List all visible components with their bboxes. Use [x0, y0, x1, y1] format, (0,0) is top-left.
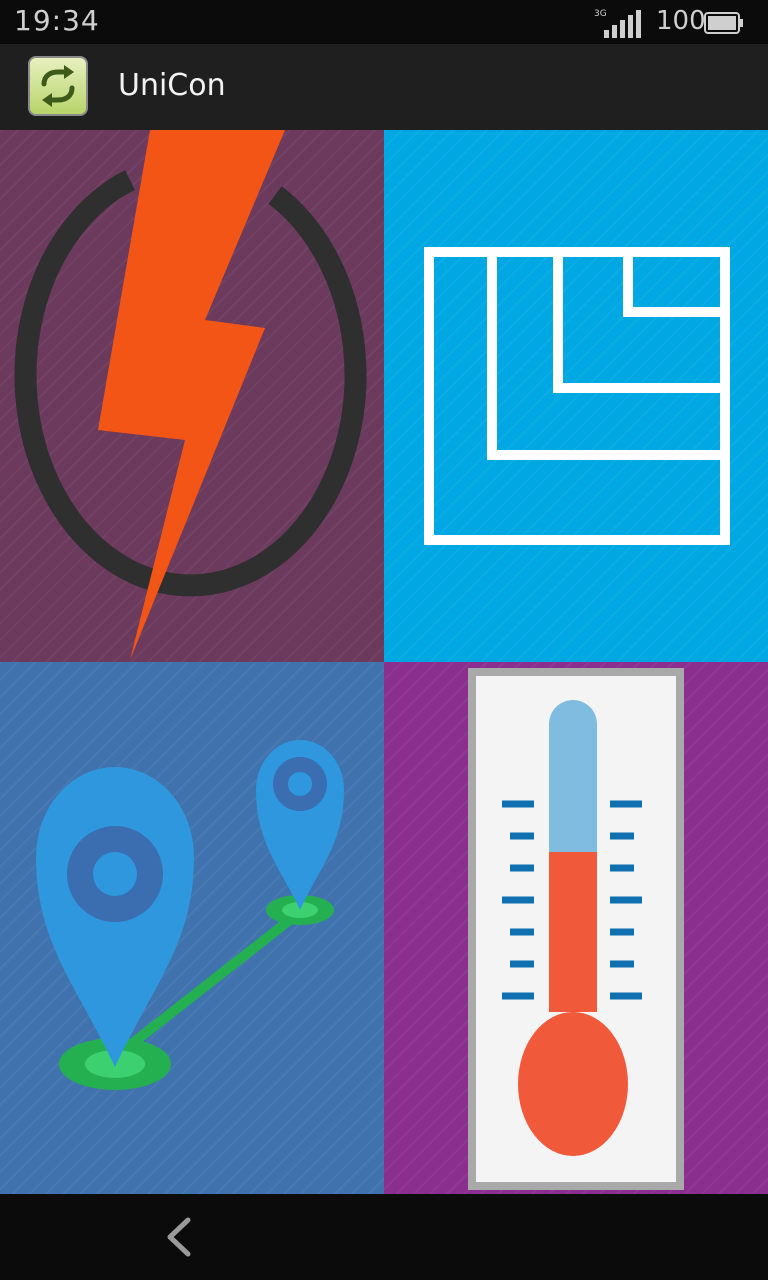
battery-icon: [704, 12, 743, 34]
tile-distance[interactable]: [0, 662, 384, 1194]
back-button[interactable]: [160, 1212, 200, 1262]
location-pins-route-icon: [36, 740, 344, 1090]
app-title: UniCon: [118, 68, 226, 103]
status-time: 19:34: [14, 4, 100, 37]
converter-grid: [0, 130, 768, 1194]
battery-level: 100: [656, 6, 706, 36]
tile-area[interactable]: [384, 130, 768, 662]
lightning-power-icon: [14, 130, 367, 660]
status-bar: 19:34 100 3G: [0, 0, 768, 44]
signal-icon: [604, 10, 641, 38]
app-icon[interactable]: [28, 56, 88, 116]
navigation-bar: [0, 1194, 768, 1280]
action-bar: UniCon: [0, 44, 768, 131]
tile-temperature[interactable]: [384, 662, 768, 1194]
area-blueprint-icon: [424, 247, 730, 545]
refresh-arrows-icon: [41, 65, 75, 107]
thermometer-icon: [468, 668, 684, 1190]
back-chevron-icon: [167, 1217, 191, 1257]
tile-power[interactable]: [0, 130, 384, 662]
